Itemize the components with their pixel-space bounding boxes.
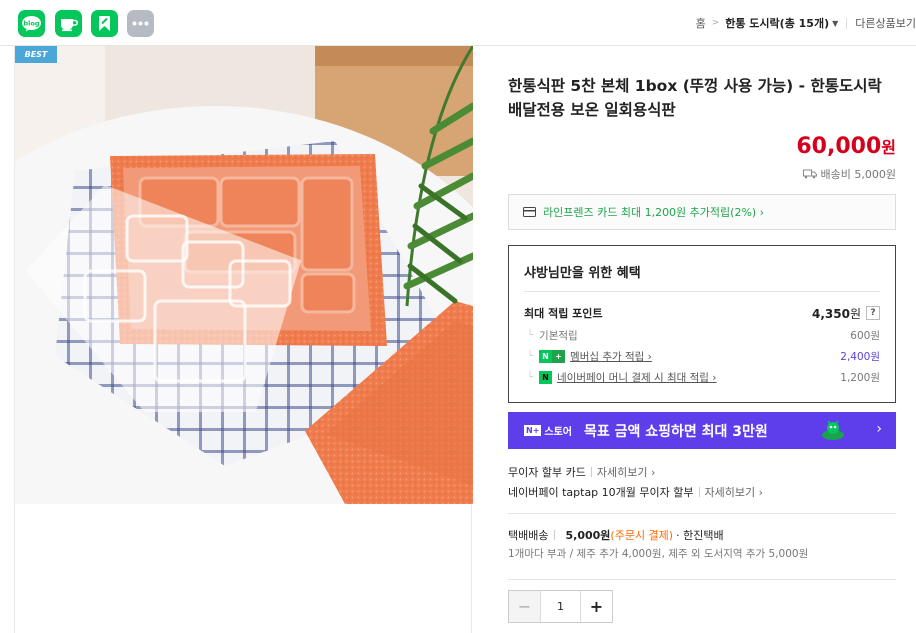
share-cafe-button[interactable]	[55, 10, 82, 37]
quantity-increase-button[interactable]: +	[580, 591, 612, 622]
nplus-store-banner[interactable]: N+ 스토어 목표 금액 쇼핑하면 최대 3만원 ›	[508, 412, 896, 449]
benefit-row-basic: └ 기본적립 600원	[524, 326, 880, 344]
tree-branch-icon: └	[527, 371, 534, 383]
benefit-divider	[524, 291, 880, 292]
breadcrumb-separator-icon: >	[711, 18, 720, 28]
naver-plus-membership-icon: N +	[539, 349, 566, 363]
section-divider	[508, 579, 896, 580]
installment-taptap-more-link[interactable]: 자세히보기 ›	[705, 484, 764, 500]
breadcrumb: 홈 > 한통 도시락(총 15개) ▼ 다른상품보기	[696, 0, 916, 46]
product-title: 한통식판 5찬 본체 1box (뚜껑 사용 가능) - 한통도시락 배달전용 …	[508, 77, 882, 119]
installment-info: 무이자 할부 카드 자세히보기 › 네이버페이 taptap 10개월 무이자 …	[508, 462, 896, 502]
naverpay-points-value: 1,200원	[840, 371, 880, 384]
product-main-image[interactable]: BEST	[15, 46, 473, 504]
benefit-row-naverpay[interactable]: └ N 네이버페이 머니 결제 시 최대 적립 › 1,200원	[524, 368, 880, 386]
membership-points-value: 2,400원	[840, 350, 880, 363]
banner-chevron-icon: ›	[876, 421, 882, 437]
help-icon[interactable]: ?	[866, 306, 880, 320]
section-divider	[508, 513, 896, 514]
nplus-logo-text: 스토어	[544, 427, 573, 438]
quantity-input[interactable]: 1	[541, 591, 580, 622]
nplus-store-logo: N+ 스토어	[524, 423, 572, 438]
delivery-method: 택배배송	[508, 529, 549, 542]
basic-points-label: 기본적립	[539, 329, 578, 342]
caret-down-icon[interactable]: ▼	[832, 19, 838, 28]
share-blog-button[interactable]: blog	[18, 10, 45, 37]
price-value: 60,000	[796, 134, 882, 159]
installment-card-label: 무이자 할부 카드	[508, 466, 586, 479]
max-points-row: 최대 적립 포인트 4,350원 ?	[524, 304, 880, 322]
credit-card-icon	[523, 207, 536, 217]
price-unit: 원	[881, 138, 896, 157]
max-points-number: 4,350	[811, 306, 850, 321]
product-price: 60,000원	[796, 134, 896, 159]
nplus-logo-badge: N+	[524, 425, 542, 436]
delivery-fee-note: (주문시 결제)	[610, 529, 674, 542]
member-benefit-box: 샤방님만을 위한 혜택 최대 적립 포인트 4,350원 ? └ 기본적립 600…	[508, 245, 896, 403]
max-points-label: 최대 적립 포인트	[524, 307, 603, 320]
installment-card-row: 무이자 할부 카드 자세히보기 ›	[508, 462, 896, 482]
breadcrumb-divider	[846, 17, 848, 29]
truck-icon	[802, 169, 817, 179]
delivery-fee: 5,000원	[565, 529, 611, 542]
quantity-stepper: − 1 +	[508, 590, 613, 623]
share-more-button[interactable]	[127, 10, 154, 37]
quantity-decrease-button[interactable]: −	[509, 591, 541, 622]
installment-taptap-row: 네이버페이 taptap 10개월 무이자 할부 자세히보기 ›	[508, 482, 896, 502]
installment-card-more-link[interactable]: 자세히보기 ›	[597, 464, 656, 480]
delivery-extra-fee: 1개마다 부과 / 제주 추가 4,000원, 제주 외 도서지역 추가 5,0…	[508, 548, 809, 560]
share-bookmark-button[interactable]	[91, 10, 118, 37]
cafe-cup-icon	[61, 19, 78, 32]
product-image-panel: BEST	[14, 46, 473, 633]
tree-branch-icon: └	[527, 329, 534, 341]
delivery-carrier: · 한진택배	[676, 529, 724, 542]
max-points-unit: 원	[849, 306, 861, 321]
installment-taptap-label: 네이버페이 taptap 10개월 무이자 할부	[508, 486, 694, 499]
benefit-row-membership[interactable]: └ N + 멤버십 추가 적립 › 2,400원	[524, 347, 880, 365]
breadcrumb-home[interactable]: 홈	[696, 15, 706, 31]
bookmark-icon	[99, 16, 110, 31]
vertical-divider	[698, 487, 700, 497]
max-points-value: 4,350원	[812, 305, 861, 322]
banner-message: 목표 금액 쇼핑하면 최대 3만원	[584, 423, 768, 440]
top-bar: blog 홈 > 한통 도시락(총 15개) ▼ 다른상품보기	[0, 0, 916, 46]
membership-points-link[interactable]: 멤버십 추가 적립 ›	[570, 349, 652, 364]
mascot-icon	[822, 420, 844, 440]
blog-icon: blog	[22, 16, 41, 32]
vertical-divider	[554, 530, 556, 540]
card-promo-text: 라인프렌즈 카드 최대 1,200원 추가적립(2%) ›	[543, 206, 765, 219]
basic-points-value: 600원	[850, 329, 880, 342]
more-dots-icon	[132, 21, 149, 26]
delivery-info: 택배배송 5,000원 (주문시 결제) · 한진택배 1개마다 부과 / 제주…	[508, 526, 896, 561]
product-photo-illustration	[15, 46, 473, 504]
breadcrumb-current-category[interactable]: 한통 도시락(총 15개)	[725, 15, 829, 31]
card-promo-banner[interactable]: 라인프렌즈 카드 최대 1,200원 추가적립(2%) ›	[508, 194, 896, 230]
tree-branch-icon: └	[527, 350, 534, 362]
blog-icon-label: blog	[24, 20, 40, 28]
shipping-fee: 배송비 5,000원	[802, 166, 896, 182]
vertical-divider	[590, 467, 592, 477]
naverpay-points-link[interactable]: 네이버페이 머니 결제 시 최대 적립 ›	[557, 370, 716, 385]
shipping-fee-text: 배송비 5,000원	[820, 168, 896, 181]
naver-pay-icon: N	[539, 370, 553, 384]
best-badge: BEST	[15, 46, 57, 63]
delivery-main-row: 택배배송 5,000원 (주문시 결제) · 한진택배	[508, 526, 896, 544]
other-products-link[interactable]: 다른상품보기	[855, 15, 916, 31]
benefit-title: 샤방님만을 위한 혜택	[524, 266, 641, 281]
